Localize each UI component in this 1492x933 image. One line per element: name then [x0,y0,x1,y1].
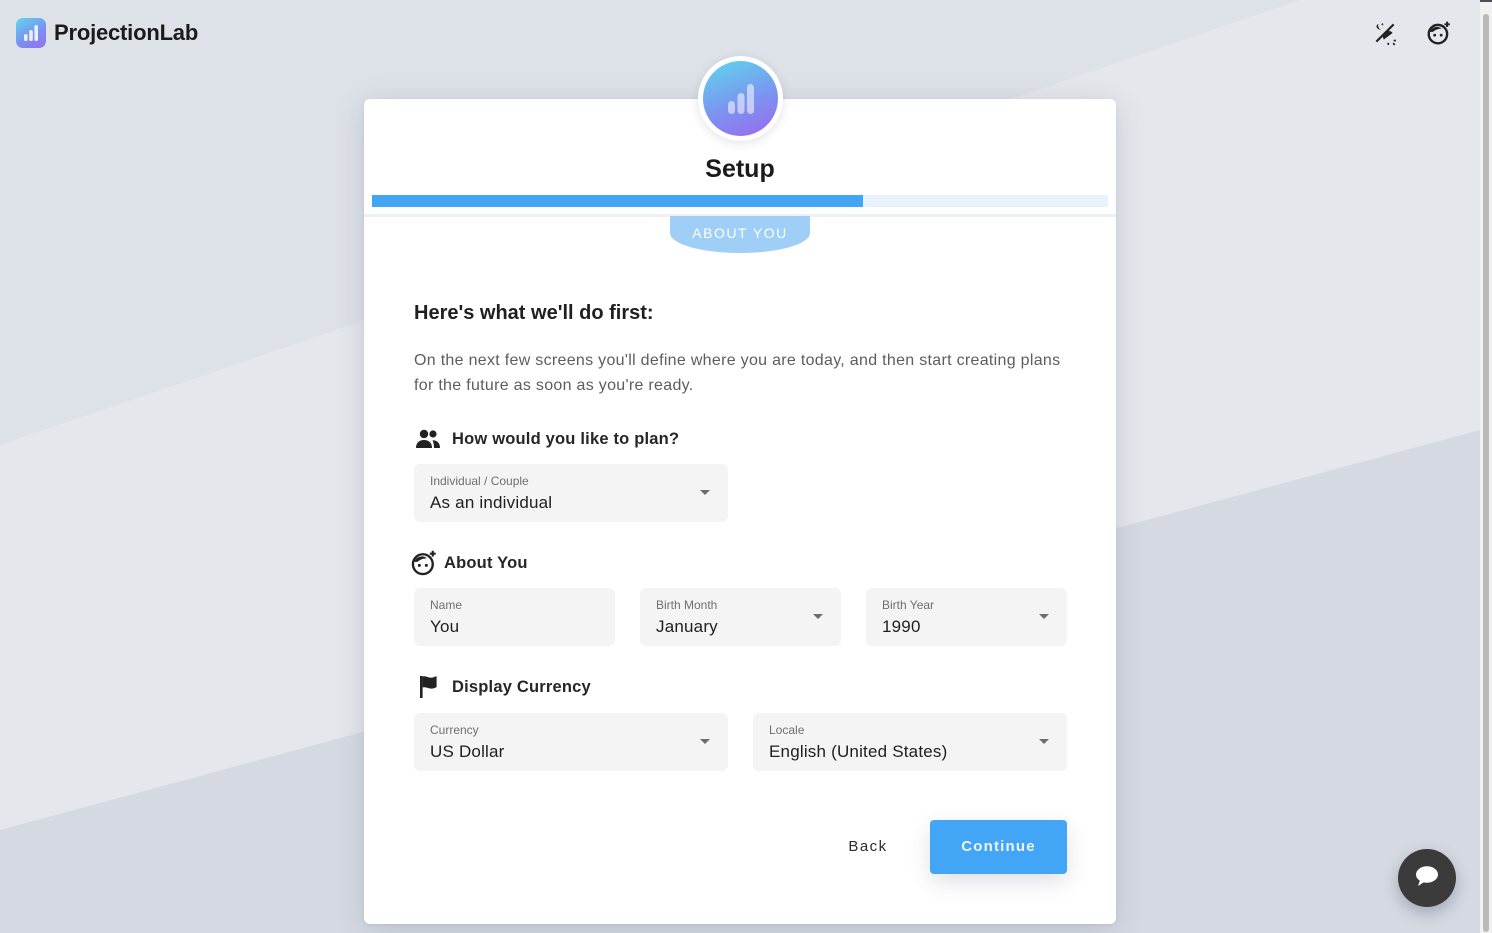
field-label: Individual / Couple [430,474,529,488]
page-scrollbar[interactable] [1480,2,1492,933]
caret-down-icon [700,739,710,744]
caret-down-icon [1039,614,1049,619]
add-profile-face-icon[interactable] [1425,19,1453,47]
caret-down-icon [1039,739,1049,744]
intro-text: On the next few screens you'll define wh… [414,352,1061,394]
section-about-heading: About You [410,549,528,577]
theme-toggle-icon[interactable] [1371,19,1399,47]
field-label: Locale [769,723,805,737]
back-button[interactable]: Back [834,826,902,868]
plan-type-select[interactable]: Individual / Couple As an individual [414,464,728,522]
field-value: You [430,617,460,636]
section-plan-heading: How would you like to plan? [414,425,679,453]
section-currency-title: Display Currency [452,677,591,696]
bar-chart-hero-icon [703,61,778,136]
field-label: Birth Month [656,598,718,612]
birth-month-select[interactable]: Birth Month January [640,588,841,646]
locale-select[interactable]: Locale English (United States) [753,713,1067,771]
people-icon [414,425,442,453]
field-value: US Dollar [430,742,505,761]
section-currency-heading: Display Currency [414,673,591,701]
brand[interactable]: ProjectionLab [16,18,198,48]
chat-bubble-icon [1414,864,1440,893]
brand-name: ProjectionLab [54,20,199,45]
flag-icon [414,673,442,701]
bar-chart-logo-icon [16,18,46,48]
progress-fill [372,195,863,207]
section-plan-title: How would you like to plan? [452,429,680,448]
field-label: Name [430,598,463,612]
currency-select[interactable]: Currency US Dollar [414,713,728,771]
field-value: English (United States) [769,742,948,761]
setup-progress-bar [372,195,1108,207]
field-value: As an individual [430,493,553,512]
caret-down-icon [813,614,823,619]
section-about-title: About You [444,553,528,572]
caret-down-icon [700,490,710,495]
continue-button[interactable]: Continue [930,820,1067,874]
field-label: Birth Year [882,598,935,612]
hero-logo [698,56,783,141]
face-sparkle-icon [410,549,438,577]
chat-button[interactable] [1398,849,1456,907]
field-value: 1990 [882,617,921,636]
name-field[interactable]: Name You [414,588,615,646]
scrollbar-thumb[interactable] [1483,14,1489,932]
field-label: Currency [430,723,479,737]
field-value: January [656,617,718,636]
intro-heading: Here's what we'll do first: [414,302,654,324]
birth-year-select[interactable]: Birth Year 1990 [866,588,1067,646]
page-title: Setup [705,155,775,183]
